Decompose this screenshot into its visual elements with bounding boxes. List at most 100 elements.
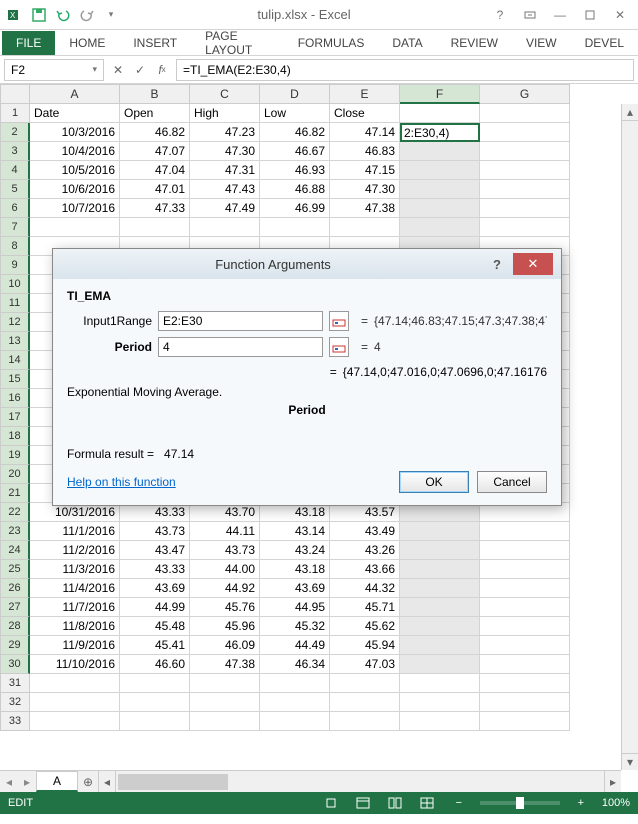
page-layout-view-icon[interactable]: [384, 794, 406, 812]
cell[interactable]: 45.76: [190, 598, 260, 617]
cell[interactable]: [120, 218, 190, 237]
record-macro-icon[interactable]: [320, 794, 342, 812]
excel-icon[interactable]: X: [4, 4, 26, 26]
page-break-view-icon[interactable]: [416, 794, 438, 812]
cell[interactable]: 46.82: [260, 123, 330, 142]
help-on-function-link[interactable]: Help on this function: [67, 475, 176, 489]
maximize-icon[interactable]: [576, 5, 604, 25]
cell[interactable]: 10/7/2016: [30, 199, 120, 218]
col-header-e[interactable]: E: [330, 84, 400, 104]
undo-icon[interactable]: [52, 4, 74, 26]
cell[interactable]: [260, 712, 330, 731]
row-header[interactable]: 16: [0, 389, 30, 408]
cell[interactable]: 11/9/2016: [30, 636, 120, 655]
insert-function-icon[interactable]: fx: [152, 60, 172, 80]
cell[interactable]: 46.99: [260, 199, 330, 218]
cell[interactable]: 47.38: [190, 655, 260, 674]
ribbon-tab-file[interactable]: FILE: [2, 31, 55, 55]
normal-view-icon[interactable]: [352, 794, 374, 812]
cell[interactable]: 44.92: [190, 579, 260, 598]
row-header[interactable]: 12: [0, 313, 30, 332]
cell[interactable]: 10/3/2016: [30, 123, 120, 142]
col-header-c[interactable]: C: [190, 84, 260, 104]
row-header[interactable]: 25: [0, 560, 30, 579]
cell[interactable]: [400, 142, 480, 161]
row-header[interactable]: 11: [0, 294, 30, 313]
cell[interactable]: 46.82: [120, 123, 190, 142]
scroll-up-icon[interactable]: ▴: [622, 104, 638, 121]
cell[interactable]: 43.66: [330, 560, 400, 579]
ribbon-tab-page-layout[interactable]: PAGE LAYOUT: [191, 25, 284, 61]
ribbon-tab-view[interactable]: VIEW: [512, 32, 571, 54]
col-header-d[interactable]: D: [260, 84, 330, 104]
cell[interactable]: [480, 541, 570, 560]
cell[interactable]: 43.24: [260, 541, 330, 560]
row-header[interactable]: 10: [0, 275, 30, 294]
cell[interactable]: 47.14: [330, 123, 400, 142]
cell[interactable]: [190, 218, 260, 237]
row-header[interactable]: 1: [0, 104, 30, 123]
cell[interactable]: 45.94: [330, 636, 400, 655]
cell[interactable]: [400, 161, 480, 180]
input1range-field[interactable]: [158, 311, 323, 331]
cell[interactable]: [30, 218, 120, 237]
cell[interactable]: 46.93: [260, 161, 330, 180]
name-box[interactable]: F2▾: [4, 59, 104, 81]
row-header[interactable]: 6: [0, 199, 30, 218]
zoom-out-icon[interactable]: −: [448, 794, 470, 812]
cell[interactable]: 47.38: [330, 199, 400, 218]
cell[interactable]: 45.71: [330, 598, 400, 617]
zoom-slider[interactable]: [480, 801, 560, 805]
cell[interactable]: [480, 161, 570, 180]
cell[interactable]: 47.30: [330, 180, 400, 199]
row-header[interactable]: 4: [0, 161, 30, 180]
cell[interactable]: [400, 674, 480, 693]
enter-formula-icon[interactable]: ✓: [130, 60, 150, 80]
ribbon-tab-formulas[interactable]: FORMULAS: [284, 32, 379, 54]
cell[interactable]: Close: [330, 104, 400, 123]
cell[interactable]: [480, 617, 570, 636]
cell[interactable]: 47.31: [190, 161, 260, 180]
dialog-close-icon[interactable]: ✕: [513, 253, 553, 275]
cell[interactable]: [480, 218, 570, 237]
cell[interactable]: [190, 674, 260, 693]
collapse-dialog-icon[interactable]: [329, 337, 349, 357]
collapse-dialog-icon[interactable]: [329, 311, 349, 331]
cell[interactable]: [190, 712, 260, 731]
row-header[interactable]: 7: [0, 218, 30, 237]
hscroll-thumb[interactable]: [118, 774, 228, 790]
cell[interactable]: [480, 180, 570, 199]
cell[interactable]: 11/10/2016: [30, 655, 120, 674]
cell[interactable]: 47.30: [190, 142, 260, 161]
help-icon[interactable]: ?: [486, 5, 514, 25]
cell[interactable]: [400, 617, 480, 636]
cell[interactable]: 43.47: [120, 541, 190, 560]
qat-dropdown-icon[interactable]: ▾: [100, 4, 122, 26]
cell[interactable]: 10/6/2016: [30, 180, 120, 199]
cell[interactable]: [480, 199, 570, 218]
col-header-b[interactable]: B: [120, 84, 190, 104]
cell[interactable]: [400, 541, 480, 560]
cell[interactable]: 11/7/2016: [30, 598, 120, 617]
cell[interactable]: [400, 199, 480, 218]
cell[interactable]: 47.04: [120, 161, 190, 180]
cell[interactable]: 43.73: [190, 541, 260, 560]
cell[interactable]: 47.49: [190, 199, 260, 218]
row-header[interactable]: 20: [0, 465, 30, 484]
cell[interactable]: 45.48: [120, 617, 190, 636]
cell[interactable]: [480, 655, 570, 674]
cell[interactable]: [480, 142, 570, 161]
cell[interactable]: 46.83: [330, 142, 400, 161]
cell[interactable]: 46.88: [260, 180, 330, 199]
cell[interactable]: High: [190, 104, 260, 123]
row-header[interactable]: 14: [0, 351, 30, 370]
row-header[interactable]: 26: [0, 579, 30, 598]
cell[interactable]: 46.09: [190, 636, 260, 655]
dialog-titlebar[interactable]: Function Arguments ? ✕: [53, 249, 561, 279]
zoom-in-icon[interactable]: +: [570, 794, 592, 812]
cell[interactable]: [480, 693, 570, 712]
cell[interactable]: 44.99: [120, 598, 190, 617]
cell[interactable]: [190, 693, 260, 712]
ribbon-options-icon[interactable]: [516, 5, 544, 25]
horizontal-scrollbar[interactable]: ◂ ▸: [98, 771, 621, 792]
